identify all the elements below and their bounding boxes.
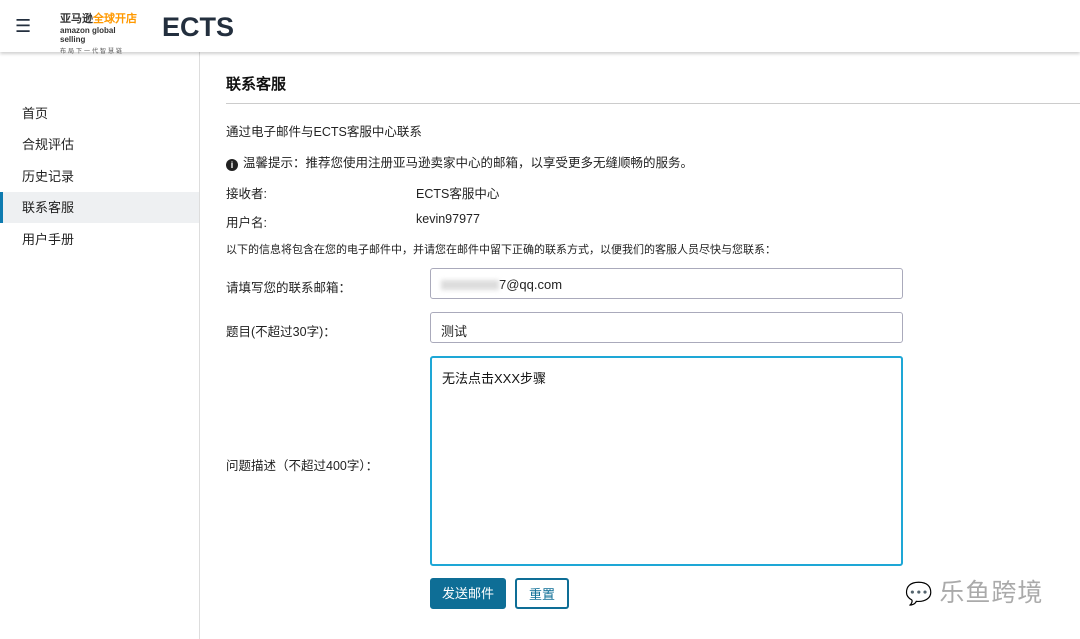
wechat-icon: 💬: [905, 581, 934, 606]
sidebar: 首页 合规评估 历史记录 联系客服 用户手册: [0, 52, 200, 639]
send-email-button[interactable]: 发送邮件: [430, 578, 506, 609]
info-icon: i: [226, 159, 238, 171]
reset-button[interactable]: 重置: [515, 578, 569, 609]
notice-text: 以下的信息将包含在您的电子邮件中，并请您在邮件中留下正确的联系方式，以便我们的客…: [226, 244, 776, 256]
top-header: ☰ 亚马逊全球开店 amazon global selling 布局下一代智慧链…: [0, 0, 1080, 55]
description-textarea[interactable]: 无法点击XXX步骤: [430, 356, 903, 566]
username-value: kevin97977: [416, 212, 480, 226]
watermark: 💬 乐鱼跨境: [905, 573, 1049, 609]
logo-accent-text: 全球开店: [93, 13, 137, 25]
email-value: 7@qq.com: [499, 277, 563, 292]
app-title: ECTS: [162, 12, 235, 42]
subject-label: 题目(不超过30字)：: [226, 325, 336, 339]
redacted-blur: [441, 280, 499, 290]
sidebar-item-manual[interactable]: 用户手册: [0, 224, 199, 255]
username-label: 用户名:: [226, 216, 267, 230]
receiver-label: 接收者:: [226, 187, 267, 201]
receiver-value: ECTS客服中心: [416, 187, 500, 201]
email-input[interactable]: 7@qq.com: [430, 268, 903, 299]
email-label: 请填写您的联系邮箱：: [226, 281, 352, 295]
logo-subtext: amazon global selling: [60, 26, 116, 44]
amazon-global-selling-logo[interactable]: 亚马逊全球开店 amazon global selling 布局下一代智慧链: [60, 10, 140, 55]
hamburger-menu-icon[interactable]: ☰: [15, 17, 31, 35]
sidebar-item-contact[interactable]: 联系客服: [0, 192, 199, 223]
tip-text: 温馨提示：推荐您使用注册亚马逊卖家中心的邮箱，以享受更多无缝顺畅的服务。: [243, 156, 694, 170]
logo-slogan: 布局下一代智慧链: [60, 49, 125, 55]
sidebar-item-compliance[interactable]: 合规评估: [0, 129, 199, 160]
description-label: 问题描述（不超过400字）：: [226, 459, 379, 473]
subject-input[interactable]: 测试: [430, 312, 903, 343]
intro-text: 通过电子邮件与ECTS客服中心联系: [226, 125, 422, 139]
watermark-text: 乐鱼跨境: [939, 579, 1044, 607]
sidebar-item-history[interactable]: 历史记录: [0, 161, 199, 192]
logo-text: 亚马逊: [60, 13, 93, 25]
page-title: 联系客服: [226, 76, 287, 93]
sidebar-item-home[interactable]: 首页: [0, 98, 199, 129]
divider: [226, 103, 1080, 104]
